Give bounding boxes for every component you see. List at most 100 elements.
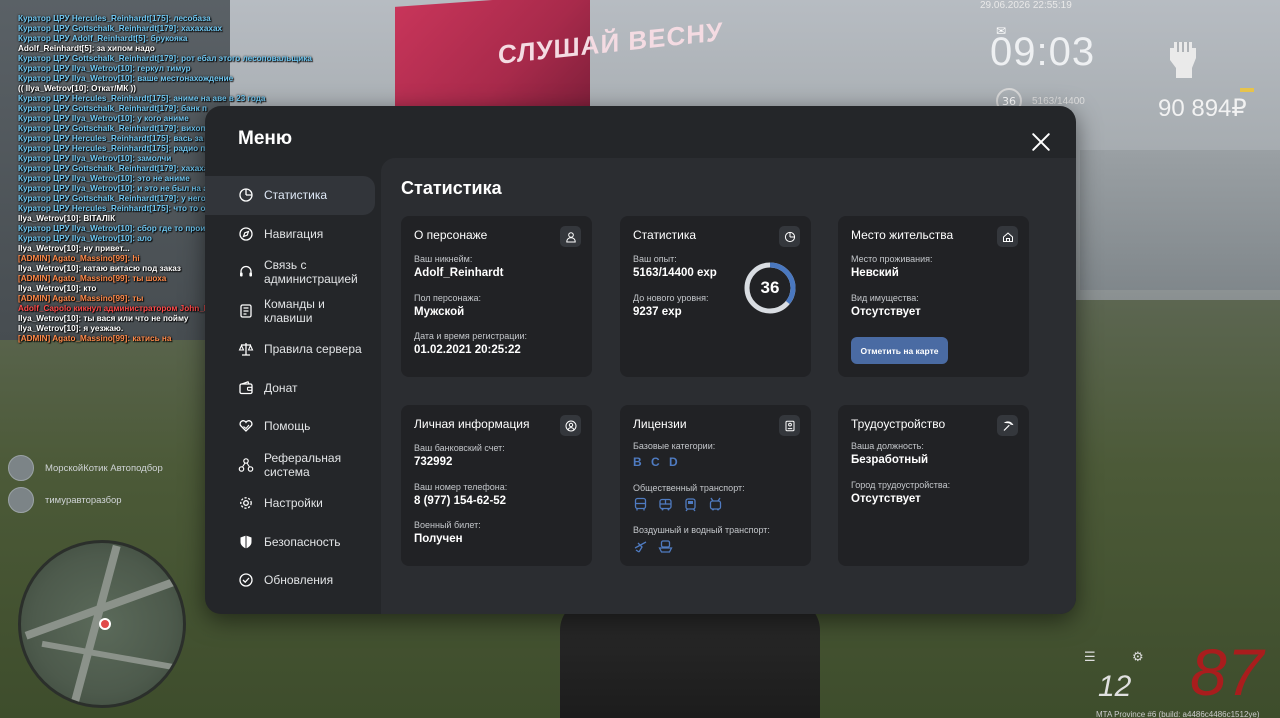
sidebar-item-7[interactable]: Реферальная система bbox=[205, 446, 381, 485]
avatar bbox=[8, 455, 34, 481]
plane-icon bbox=[634, 541, 647, 553]
player-entry: тимуравторазбор bbox=[8, 484, 163, 516]
minimap[interactable] bbox=[18, 540, 186, 708]
air-water-label: Воздушный и водный транспорт: bbox=[633, 525, 770, 535]
minimap-road bbox=[41, 640, 181, 672]
money-bar bbox=[1240, 88, 1254, 92]
player-name: МорскойКотик Автоподбор bbox=[45, 462, 163, 474]
minibus-icon bbox=[659, 498, 672, 511]
chat-message: Куратор ЦРУ Gottschalk_Reinhardt[179]: х… bbox=[18, 24, 223, 33]
air-water-icons bbox=[633, 539, 673, 554]
avatar bbox=[8, 487, 34, 513]
card-title: Лицензии bbox=[633, 417, 687, 431]
military-label: Военный билет: bbox=[414, 520, 481, 530]
hud-money: 90 894₽ bbox=[1158, 95, 1247, 122]
engine-icon: ⚙ bbox=[1132, 650, 1144, 665]
phone-value: 8 (977) 154-62-52 bbox=[414, 495, 507, 507]
menu-content: Статистика О персонаже Ваш никнейм: Adol… bbox=[381, 158, 1076, 614]
registration-label: Дата и время регистрации: bbox=[414, 331, 527, 341]
minimap-road bbox=[69, 544, 121, 705]
card-title: О персонаже bbox=[414, 228, 488, 242]
sidebar-item-label: Обновления bbox=[264, 573, 334, 588]
sidebar-item-label: Правила сервера bbox=[264, 342, 362, 357]
pickaxe-icon bbox=[997, 415, 1018, 436]
bank-value: 732992 bbox=[414, 456, 453, 468]
phone-label: Ваш номер телефона: bbox=[414, 482, 508, 492]
exp-label: Ваш опыт: bbox=[633, 254, 677, 264]
sidebar-item-5[interactable]: Донат bbox=[205, 369, 381, 408]
mark-on-map-button[interactable]: Отметить на карте bbox=[851, 337, 948, 364]
sidebar-item-9[interactable]: Безопасность bbox=[205, 523, 381, 562]
car-roof bbox=[560, 600, 820, 718]
hud-clock: 09:03 bbox=[990, 30, 1096, 74]
sidebar-item-label: Статистика bbox=[264, 188, 328, 203]
scales-icon bbox=[237, 340, 255, 358]
sidebar-item-label: Навигация bbox=[264, 226, 324, 241]
registration-value: 01.02.2021 20:25:22 bbox=[414, 344, 521, 356]
close-icon[interactable] bbox=[1027, 128, 1055, 156]
tram-icon bbox=[685, 498, 696, 512]
update-icon bbox=[237, 571, 255, 589]
gear-indicator: 12 bbox=[1098, 670, 1132, 703]
building bbox=[1080, 150, 1280, 290]
user-circle-icon bbox=[560, 415, 581, 436]
player-marker-icon bbox=[99, 618, 111, 630]
user-icon bbox=[560, 226, 581, 247]
bus-icon bbox=[634, 497, 647, 511]
sidebar-item-4[interactable]: Правила сервера bbox=[205, 330, 381, 369]
chat-message: Куратор ЦРУ Ilya_Wetrov[10]: геркул тиму… bbox=[18, 64, 191, 73]
basic-categories-label: Базовые категории: bbox=[633, 441, 716, 451]
player-entry: МорскойКотик Автоподбор bbox=[8, 452, 163, 484]
shield-icon bbox=[237, 533, 255, 551]
heart-hand-icon bbox=[237, 417, 255, 435]
keyboard-icon bbox=[237, 302, 255, 320]
trolleybus-icon bbox=[709, 497, 722, 511]
gender-label: Пол персонажа: bbox=[414, 293, 482, 303]
property-label: Вид имущества: bbox=[851, 293, 919, 303]
residence-value: Невский bbox=[851, 267, 899, 279]
sidebar-item-label: Команды и клавиши bbox=[264, 296, 325, 325]
sidebar-item-1[interactable]: Навигация bbox=[205, 215, 381, 254]
menu-sidebar: Статистика Навигация Связь с администрацие… bbox=[205, 176, 381, 600]
city-label: Город трудоустройства: bbox=[851, 480, 951, 490]
chat-message: Куратор ЦРУ Hercules_Reinhardt[175]: ани… bbox=[18, 94, 266, 103]
menu-title: Меню bbox=[238, 128, 293, 149]
sidebar-item-label: Донат bbox=[264, 380, 298, 395]
sidebar-item-label: Связь с администрацией bbox=[264, 258, 358, 287]
bank-label: Ваш банковский счет: bbox=[414, 443, 505, 453]
build-info: MTA Province #6 (build: a4486c4486c1512y… bbox=[1096, 710, 1260, 718]
player-name: тимуравторазбор bbox=[45, 494, 122, 506]
next-level-value: 9237 exp bbox=[633, 306, 682, 318]
chat-message: Куратор ЦРУ Gottschalk_Reinhardt[179]: р… bbox=[18, 54, 312, 63]
sidebar-item-0[interactable]: Статистика bbox=[205, 176, 375, 215]
sidebar-item-3[interactable]: Команды и клавиши bbox=[205, 292, 381, 331]
home-icon bbox=[997, 226, 1018, 247]
headset-icon bbox=[237, 263, 255, 281]
wallet-icon bbox=[237, 379, 255, 397]
chat-message: Adolf_Reinhardt[5]: за хипом надо bbox=[18, 44, 155, 53]
fist-icon bbox=[1170, 42, 1196, 78]
stats-icon bbox=[237, 186, 255, 204]
card-title: Трудоустройство bbox=[851, 417, 946, 431]
residence-label: Место проживания: bbox=[851, 254, 933, 264]
nickname-label: Ваш никнейм: bbox=[414, 254, 473, 264]
sidebar-item-label: Настройки bbox=[264, 496, 323, 511]
main-menu: Меню Статистика Навигация Связь с админист… bbox=[205, 106, 1076, 614]
sidebar-item-label: Реферальная система bbox=[264, 450, 342, 479]
sidebar-item-2[interactable]: Связь с администрацией bbox=[205, 253, 381, 292]
license-category-c: C bbox=[651, 455, 660, 469]
card-title: Личная информация bbox=[414, 417, 530, 431]
position-value: Безработный bbox=[851, 454, 929, 466]
hud-datetime: 29.06.2026 22:55:19 bbox=[980, 0, 1072, 11]
chat-message: Куратор ЦРУ Ilya_Wetrov[10]: ваше местон… bbox=[18, 74, 234, 83]
employment-card: Трудоустройство Ваша должность: Безработ… bbox=[838, 405, 1029, 566]
sidebar-item-8[interactable]: Настройки bbox=[205, 484, 381, 523]
license-category-b: B bbox=[633, 455, 642, 469]
level-value: 36 bbox=[760, 278, 780, 297]
nearby-players: МорскойКотик Автоподбор тимуравторазбор bbox=[8, 452, 163, 516]
boat-icon bbox=[658, 540, 673, 553]
chat-message: Куратор ЦРУ Adolf_Reinhardt[5]: брукояка bbox=[18, 34, 188, 43]
sidebar-item-6[interactable]: Помощь bbox=[205, 407, 381, 446]
sidebar-item-10[interactable]: Обновления bbox=[205, 561, 381, 600]
sidebar-item-label: Помощь bbox=[264, 419, 311, 434]
